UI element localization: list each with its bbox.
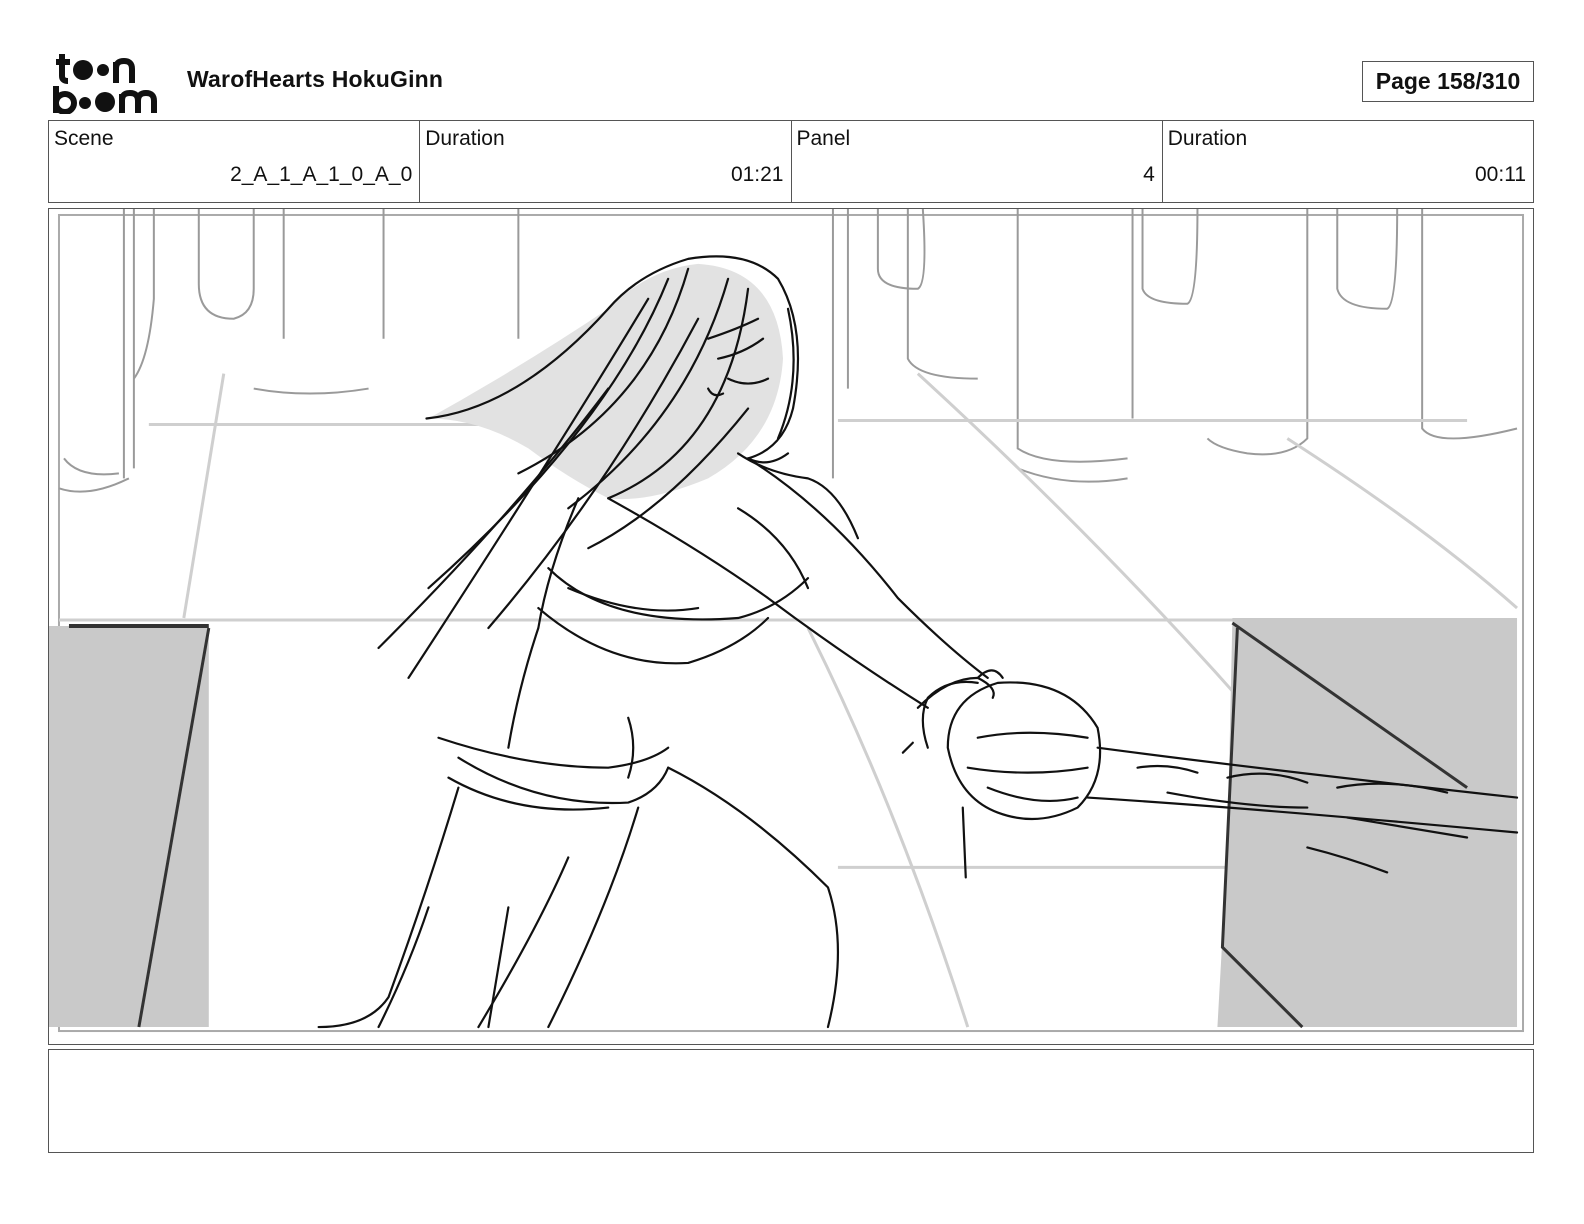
scene-value: 2_A_1_A_1_0_A_0: [230, 163, 413, 186]
panel-duration-label: Duration: [1167, 127, 1248, 150]
scene-cell: Scene 2_A_1_A_1_0_A_0: [49, 121, 421, 202]
scene-duration-cell: Duration 01:21: [420, 121, 792, 202]
scene-duration-label: Duration: [425, 127, 505, 150]
panel-info-bar: Scene 2_A_1_A_1_0_A_0 Duration 01:21 Pan…: [48, 120, 1534, 203]
panel-cell: Panel 4: [792, 121, 1163, 202]
page-indicator: Page 158/310: [1362, 61, 1534, 102]
panel-sketch-image: [49, 209, 1525, 1033]
project-title: WarofHearts HokuGinn: [187, 66, 444, 92]
panel-duration-value: 00:11: [1475, 163, 1526, 186]
panel-value: 4: [1143, 163, 1155, 186]
storyboard-panel: [48, 208, 1534, 1045]
toon-boom-logo: [53, 54, 157, 114]
panel-label: Panel: [796, 127, 851, 150]
scene-duration-value: 01:21: [730, 163, 784, 186]
panel-duration-cell: Duration 00:11: [1163, 121, 1533, 202]
panel-notes-box[interactable]: [48, 1049, 1534, 1153]
scene-label: Scene: [54, 127, 114, 150]
